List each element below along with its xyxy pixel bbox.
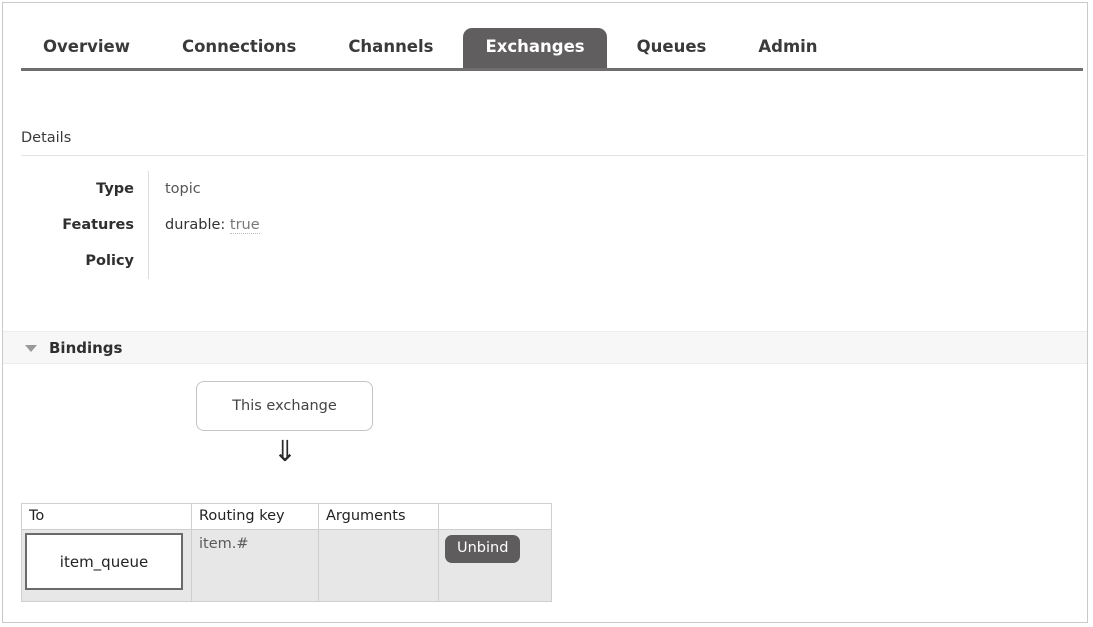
triangle-down-icon[interactable] [25,344,37,352]
binding-destination-cell: item_queue [21,529,192,602]
tab-channels[interactable]: Channels [326,28,455,69]
bindings-section-header[interactable]: Bindings [3,331,1087,364]
tabbar-underline [21,68,1083,71]
tab-connections[interactable]: Connections [160,28,318,69]
tab-overview[interactable]: Overview [21,28,152,69]
feature-value-durable: true [229,217,260,234]
details-label-features: Features [21,207,149,243]
table-row: item_queue item.# Unbind [21,529,552,602]
tab-list: Overview Connections Channels Exchanges … [21,21,848,68]
column-header-arguments[interactable]: Arguments [318,503,439,530]
this-exchange-node: This exchange [196,381,373,431]
details-label-policy: Policy [21,243,149,279]
unbind-button[interactable]: Unbind [445,535,521,563]
exchange-details-table: Type topic Features durable: true Policy [21,171,260,279]
management-page-frame: Overview Connections Channels Exchanges … [2,2,1088,623]
details-row-type: Type topic [21,171,260,207]
tab-queues[interactable]: Queues [615,28,729,69]
details-label-type: Type [21,171,149,207]
feature-key-durable: durable: [165,217,226,233]
details-value-features: durable: true [149,207,260,243]
details-section-divider [21,155,1085,156]
binding-arguments-cell [318,529,439,602]
queue-link-item-queue[interactable]: item_queue [25,533,183,590]
details-row-features: Features durable: true [21,207,260,243]
main-navigation-tabbar: Overview Connections Channels Exchanges … [3,3,1087,71]
bindings-header-inner: Bindings [25,339,122,357]
bindings-table: To Routing key Arguments item_queue item… [21,503,552,602]
details-value-type: topic [165,181,201,197]
details-value-policy [149,243,260,279]
details-row-policy: Policy [21,243,260,279]
tab-exchanges[interactable]: Exchanges [463,27,607,68]
column-header-to[interactable]: To [21,503,192,530]
tab-admin[interactable]: Admin [736,28,839,69]
bindings-section-title: Bindings [49,339,123,357]
binding-action-cell: Unbind [438,529,552,602]
binding-routing-key-cell: item.# [191,529,319,602]
column-header-actions [438,503,552,530]
column-header-routing-key[interactable]: Routing key [191,503,319,530]
double-down-arrow-icon: ⇓ [272,434,298,468]
bindings-table-header-row: To Routing key Arguments [21,503,552,530]
details-section-heading: Details [21,130,72,146]
